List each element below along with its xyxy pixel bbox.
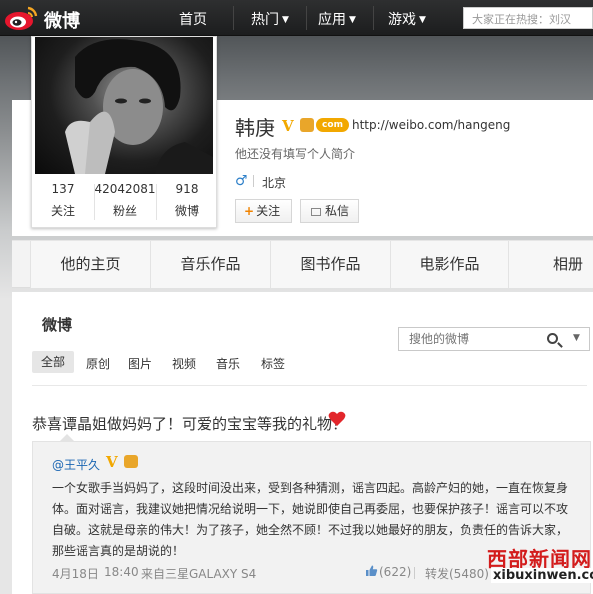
follow-button[interactable]: + 关注: [235, 199, 292, 223]
nav-home[interactable]: 首页: [179, 9, 207, 29]
tab-music[interactable]: 音乐作品: [150, 241, 270, 288]
avatar-portrait-icon: [65, 39, 213, 174]
crown-icon[interactable]: [124, 455, 138, 468]
verified-icon[interactable]: V: [106, 453, 118, 471]
top-nav-bar: 微博 首页 热门 ▼ 应用 ▼ 游戏 ▼ 大家正在热搜：刘汉: [0, 0, 593, 36]
male-icon: ♂: [235, 173, 248, 189]
profile-name: 韩庚: [235, 116, 275, 140]
repost-body-line: 一个女歌手当妈妈了，这段时间没出来，受到各种猜测，谣言四起。高龄产妇的她，一直在…: [52, 481, 569, 495]
weibo-eye-icon: [5, 6, 38, 30]
repost-username[interactable]: @王平久: [52, 456, 100, 473]
post-text: 恭喜谭晶姐做妈妈了！可爱的宝宝等我的礼物！: [32, 415, 348, 433]
avatar[interactable]: [35, 37, 213, 174]
search-icon[interactable]: [547, 333, 558, 344]
repost-source: 来自三星GALAXY S4: [141, 567, 257, 581]
filter-videos[interactable]: 视频: [172, 355, 196, 372]
repost-body-line: 自破。这就是母亲的伟大！为了孩子，她全然不顾！不过我以她最好的朋友，负责任的告诉…: [52, 523, 569, 537]
stat-label: 关注: [50, 204, 75, 218]
chevron-down-icon: ▼: [349, 15, 356, 25]
stat-value: 42042081: [94, 182, 156, 196]
weibo-search-input[interactable]: [399, 328, 539, 350]
crown-icon[interactable]: [300, 118, 314, 132]
filter-tags[interactable]: 标签: [261, 355, 285, 372]
message-label: 私信: [325, 204, 350, 218]
repost-date[interactable]: 4月18日: [52, 565, 99, 582]
filter-pictures[interactable]: 图片: [128, 355, 152, 372]
hot-search-input[interactable]: 大家正在热搜：刘汉: [463, 7, 593, 29]
verified-icon[interactable]: V: [282, 117, 294, 135]
nav-separator: [306, 6, 307, 30]
divider: [32, 385, 587, 386]
stat-posts[interactable]: 918 微博: [156, 182, 218, 219]
profile-url[interactable]: http://weibo.com/hangeng: [352, 118, 510, 132]
profile-location: 北京: [262, 176, 287, 190]
nav-games[interactable]: 游戏 ▼: [388, 9, 426, 29]
filter-all[interactable]: 全部: [32, 351, 74, 373]
nav-hot[interactable]: 热门 ▼: [251, 9, 289, 29]
weibo-logo[interactable]: 微博: [4, 3, 90, 33]
avatar-card: 137 关注 42042081 粉丝 918 微博: [31, 36, 217, 228]
profile-bio: 他还没有填写个人简介: [235, 147, 356, 161]
nav-apps[interactable]: 应用 ▼: [318, 9, 356, 29]
stat-followers[interactable]: 42042081 粉丝: [94, 182, 156, 219]
heart-icon: [328, 411, 346, 426]
filter-original[interactable]: 原创: [86, 355, 110, 372]
profile-tabs: 他的主页 音乐作品 图书作品 电影作品 相册: [12, 240, 593, 288]
chevron-down-icon: ▼: [282, 15, 289, 25]
stat-following[interactable]: 137 关注: [32, 182, 94, 219]
tab-books[interactable]: 图书作品: [270, 241, 390, 288]
location-divider: [253, 175, 254, 187]
meta-divider: [414, 567, 415, 579]
chevron-down-icon[interactable]: ▼: [573, 333, 580, 343]
nav-separator: [233, 6, 234, 30]
stat-value: 918: [175, 182, 199, 196]
filter-music[interactable]: 音乐: [216, 355, 240, 372]
repost-time[interactable]: 18:40: [104, 565, 139, 579]
message-button[interactable]: 私信: [300, 199, 359, 223]
like-count[interactable]: (622): [379, 565, 411, 579]
section-title: 微博: [42, 316, 73, 334]
repost-count[interactable]: 转发(5480): [425, 565, 489, 582]
stat-label: 粉丝: [112, 204, 137, 218]
chevron-down-icon: ▼: [419, 15, 426, 25]
repost-pointer: [60, 434, 74, 441]
brand-name: 微博: [44, 11, 80, 32]
nav-separator: [373, 6, 374, 30]
stat-value: 137: [51, 182, 75, 196]
follow-label: 关注: [256, 204, 281, 218]
weibo-search[interactable]: ▼: [398, 327, 590, 351]
tab-album[interactable]: 相册: [508, 241, 593, 288]
member-badge[interactable]: com: [316, 118, 349, 132]
thumbs-up-icon[interactable]: [365, 564, 378, 577]
profile-stats: 137 关注 42042081 粉丝 918 微博: [32, 182, 218, 226]
tab-movies[interactable]: 电影作品: [390, 241, 508, 288]
plus-icon: +: [244, 204, 255, 218]
stat-label: 微博: [174, 204, 199, 218]
watermark-url: xibuxinwen.com: [491, 568, 593, 583]
repost-body-line: 体。面对谣言，我建议她把情况给说明一下，她说即使自己再委屈，也要保护孩子！谣言可…: [52, 502, 569, 516]
mail-icon: [311, 208, 321, 216]
tab-home[interactable]: 他的主页: [30, 241, 150, 288]
